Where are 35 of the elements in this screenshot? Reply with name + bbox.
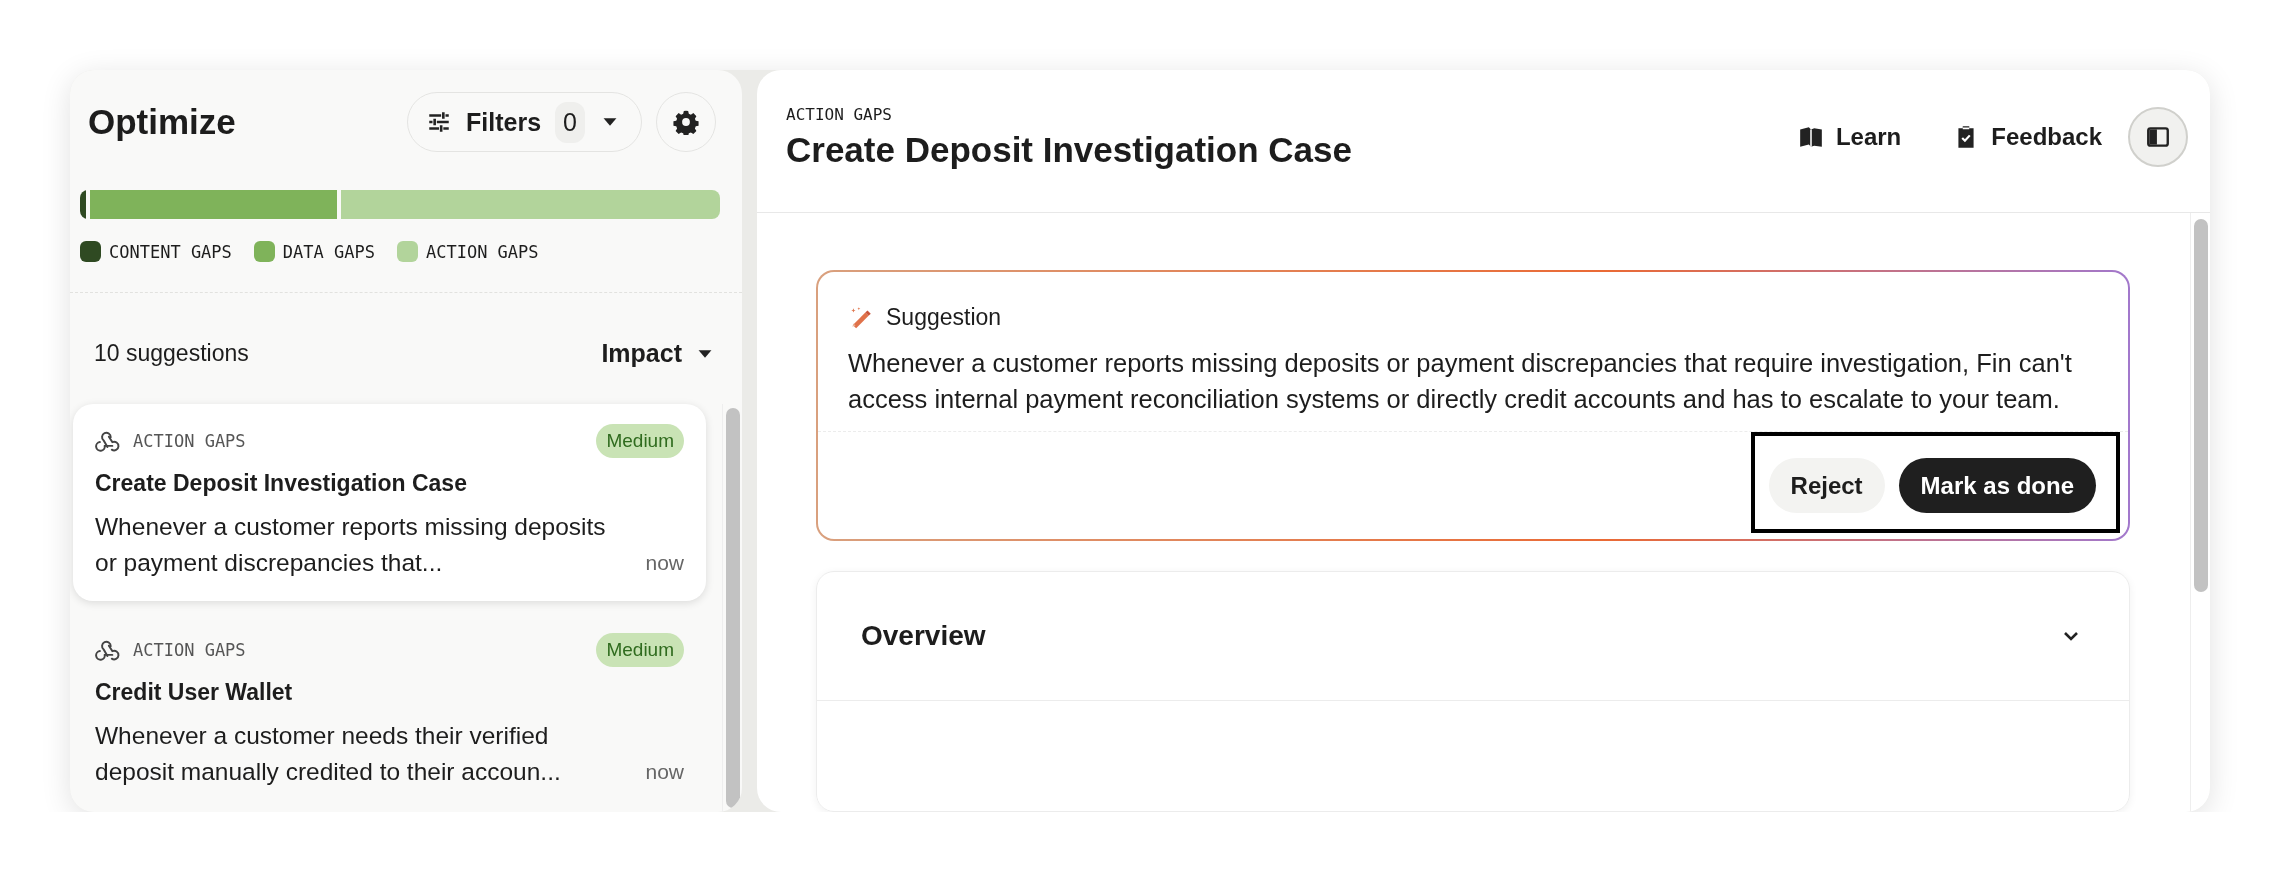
sort-dropdown[interactable]: Impact [601,339,716,368]
filter-count: 0 [555,101,585,143]
detail-title: Create Deposit Investigation Case [786,129,1353,170]
card-summary: Whenever a customer needs their verified deposit manually credited to their accoun... [95,721,562,787]
mark-done-button[interactable]: Mark as done [1898,458,2096,513]
learn-button[interactable]: Learn [1783,115,1916,159]
category-label: ACTION GAPS [133,431,247,451]
category-label: ACTION GAPS [786,104,893,124]
panel-toggle-button[interactable] [2128,107,2188,167]
timestamp: now [645,759,684,785]
legend-label: DATA GAPS [282,241,375,262]
scrollbar-thumb[interactable] [2193,219,2208,592]
legend-label: CONTENT GAPS [109,241,232,262]
suggestion-label: Suggestion [886,304,1002,331]
timestamp: now [645,550,684,576]
feedback-button[interactable]: Feedback [1939,115,2116,159]
section-header[interactable]: Overview [817,572,2129,701]
suggestion-text: Whenever a customer reports missing deposits or payment discrepancies that require investigation, Fin can't access internal payment reconciliation systems or directly credit accounts and has to escalate to your team. [818,345,2128,432]
legend-label: ACTION GAPS [425,241,539,262]
priority-badge: Medium [596,424,684,458]
suggestion-count: 10 suggestions [94,340,249,367]
filters-button[interactable]: Filters 0 [407,92,642,152]
card-title: Credit User Wallet [95,679,294,706]
card-summary: Whenever a customer reports missing deposits or payment discrepancies that... [95,512,607,578]
priority-badge: Medium [596,633,684,667]
category-label: ACTION GAPS [133,640,247,660]
suggestion-card[interactable]: ACTION GAPS Medium Credit User Wallet Whenever a customer needs their verified deposit manually credited to their accoun... now [73,613,706,810]
scrollbar-thumb[interactable] [725,408,740,808]
settings-icon [673,109,699,135]
reject-button[interactable]: Reject [1768,458,1885,513]
book-icon [1797,124,1824,150]
page-title: Optimize [88,102,237,142]
suggestion-card[interactable]: ACTION GAPS Medium Create Deposit Investigation Case Whenever a customer reports missing deposits or payment discrepancies that... now [73,404,706,601]
card-title: Create Deposit Investigation Case [95,470,468,497]
sidebar-icon [2145,124,2171,150]
